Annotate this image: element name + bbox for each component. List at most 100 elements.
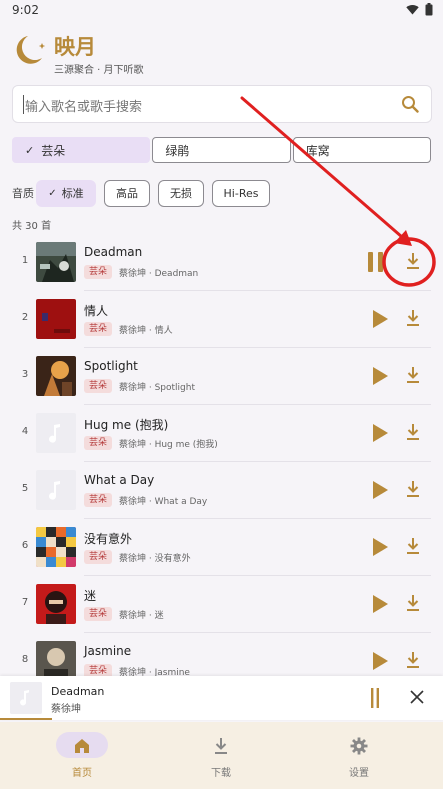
- gear-icon: [350, 737, 368, 755]
- song-title: 情人: [84, 304, 109, 318]
- nav-item-settings[interactable]: 设置: [319, 732, 399, 780]
- song-title: 没有意外: [84, 532, 133, 546]
- song-title: Jasmine: [84, 644, 132, 658]
- search-placeholder: 输入歌名或歌手搜索: [25, 100, 143, 115]
- source-tag: 芸朵: [84, 265, 113, 279]
- source-tab-lvjuan[interactable]: 绿鹃: [152, 137, 291, 163]
- album-cover: [36, 527, 76, 567]
- quality-label: 音质: [12, 187, 34, 200]
- play-icon[interactable]: [371, 309, 389, 329]
- play-icon[interactable]: [371, 537, 389, 557]
- home-icon: [75, 739, 89, 753]
- song-row[interactable]: 7 迷 芸朵 蔡徐坤 · 迷: [0, 576, 443, 632]
- status-icons: [406, 3, 433, 16]
- song-artist-album: 蔡徐坤 · What a Day: [119, 497, 208, 507]
- song-artist-album: 蔡徐坤 · Spotlight: [119, 383, 195, 393]
- song-number: 3: [21, 369, 29, 380]
- song-row[interactable]: 8 Jasmine 芸朵 蔡徐坤 · Jasmine: [0, 633, 443, 676]
- song-number: 4: [21, 426, 29, 437]
- song-number: 6: [21, 540, 29, 551]
- download-icon[interactable]: [405, 252, 421, 270]
- song-list: 1 Deadman 芸朵 蔡徐坤 · Deadman 2 情人 芸朵 蔡徐坤 ·…: [0, 232, 443, 676]
- source-tab-label: 芸朵: [41, 143, 66, 158]
- playback-progress: [0, 718, 52, 720]
- source-tag: 芸朵: [84, 550, 113, 564]
- nav-label: 首页: [72, 768, 92, 779]
- song-row[interactable]: 5 What a Day 芸朵 蔡徐坤 · What a Day: [0, 462, 443, 518]
- search-icon[interactable]: [401, 95, 419, 113]
- song-row[interactable]: 3 Spotlight 芸朵 蔡徐坤 · Spotlight: [0, 348, 443, 404]
- download-icon[interactable]: [405, 366, 421, 384]
- nav-label: 设置: [349, 768, 369, 779]
- pause-icon[interactable]: [370, 688, 380, 708]
- bottom-navigation: 首页 下载 设置: [0, 722, 443, 789]
- quality-chip-hires[interactable]: Hi-Res: [212, 179, 270, 207]
- song-row[interactable]: 4 Hug me (抱我) 芸朵 蔡徐坤 · Hug me (抱我): [0, 405, 443, 461]
- song-title: Spotlight: [84, 359, 138, 373]
- download-icon[interactable]: [405, 537, 421, 555]
- music-note-placeholder-icon: [36, 470, 76, 510]
- source-tag: 芸朵: [84, 322, 113, 336]
- song-number: 8: [21, 654, 29, 665]
- quality-chip-standard[interactable]: ✓ 标准: [36, 179, 96, 207]
- quality-chip-high[interactable]: 高品: [104, 179, 150, 207]
- song-artist-album: 蔡徐坤 · 情人: [119, 326, 173, 336]
- app-title: 映月: [54, 34, 96, 59]
- close-icon[interactable]: [409, 689, 425, 705]
- nav-label: 下载: [211, 768, 231, 779]
- nav-item-home[interactable]: 首页: [42, 732, 122, 780]
- song-title: What a Day: [84, 473, 155, 487]
- pause-icon[interactable]: [366, 252, 386, 272]
- album-cover: [36, 584, 76, 624]
- download-icon[interactable]: [405, 480, 421, 498]
- mini-player[interactable]: Deadman 蔡徐坤: [0, 676, 443, 720]
- play-icon[interactable]: [371, 423, 389, 443]
- song-artist-album: 蔡徐坤 · 没有意外: [119, 554, 191, 564]
- song-title: Hug me (抱我): [84, 418, 169, 432]
- song-number: 5: [21, 483, 29, 494]
- music-note-placeholder-icon: [10, 682, 42, 714]
- play-icon[interactable]: [371, 594, 389, 614]
- status-bar: 9:02: [0, 0, 443, 20]
- quality-chip-label: 无损: [170, 187, 192, 200]
- play-icon[interactable]: [371, 366, 389, 386]
- search-input[interactable]: 输入歌名或歌手搜索: [12, 85, 432, 123]
- source-tag: 芸朵: [84, 664, 113, 676]
- download-icon: [215, 738, 227, 754]
- source-tag: 芸朵: [84, 379, 113, 393]
- song-artist-album: 蔡徐坤 · Hug me (抱我): [119, 440, 218, 450]
- battery-icon: [425, 3, 433, 16]
- play-icon[interactable]: [371, 480, 389, 500]
- moon-logo-icon: [16, 36, 46, 64]
- download-icon[interactable]: [405, 651, 421, 669]
- text-caret: [23, 95, 24, 114]
- source-tabs: ✓ 芸朵 绿鹃 库窝: [12, 137, 431, 163]
- nav-item-download[interactable]: 下载: [181, 732, 261, 780]
- quality-chip-label: 标准: [61, 187, 84, 200]
- song-row[interactable]: 1 Deadman 芸朵 蔡徐坤 · Deadman: [0, 234, 443, 290]
- quality-selector: 音质 ✓ 标准 高品 无损 Hi-Res: [12, 179, 278, 207]
- music-note-placeholder-icon: [36, 413, 76, 453]
- song-artist-album: 蔡徐坤 · 迷: [119, 611, 164, 621]
- app-header: 映月 三源聚合 · 月下听歌: [12, 30, 432, 78]
- source-tag: 芸朵: [84, 436, 113, 450]
- download-icon[interactable]: [405, 423, 421, 441]
- mini-player-title: Deadman: [51, 685, 105, 698]
- album-cover: [36, 299, 76, 339]
- status-time: 9:02: [12, 3, 39, 17]
- download-icon[interactable]: [405, 309, 421, 327]
- download-icon[interactable]: [405, 594, 421, 612]
- quality-chip-lossless[interactable]: 无损: [158, 179, 204, 207]
- song-number: 2: [21, 312, 29, 323]
- song-number: 1: [21, 255, 29, 266]
- song-row[interactable]: 2 情人 芸朵 蔡徐坤 · 情人: [0, 291, 443, 347]
- quality-chip-label: 高品: [116, 187, 138, 200]
- song-row[interactable]: 6 没有意外 芸朵 蔡徐坤 · 没有意外: [0, 519, 443, 575]
- source-tab-label: 绿鹃: [165, 143, 190, 158]
- song-artist-album: 蔡徐坤 · Deadman: [119, 269, 199, 279]
- source-tab-kuwo[interactable]: 库窝: [292, 137, 431, 163]
- wifi-icon: [406, 4, 419, 15]
- mini-player-artist: 蔡徐坤: [51, 704, 81, 715]
- play-icon[interactable]: [371, 651, 389, 671]
- source-tab-yunduo[interactable]: ✓ 芸朵: [12, 137, 151, 163]
